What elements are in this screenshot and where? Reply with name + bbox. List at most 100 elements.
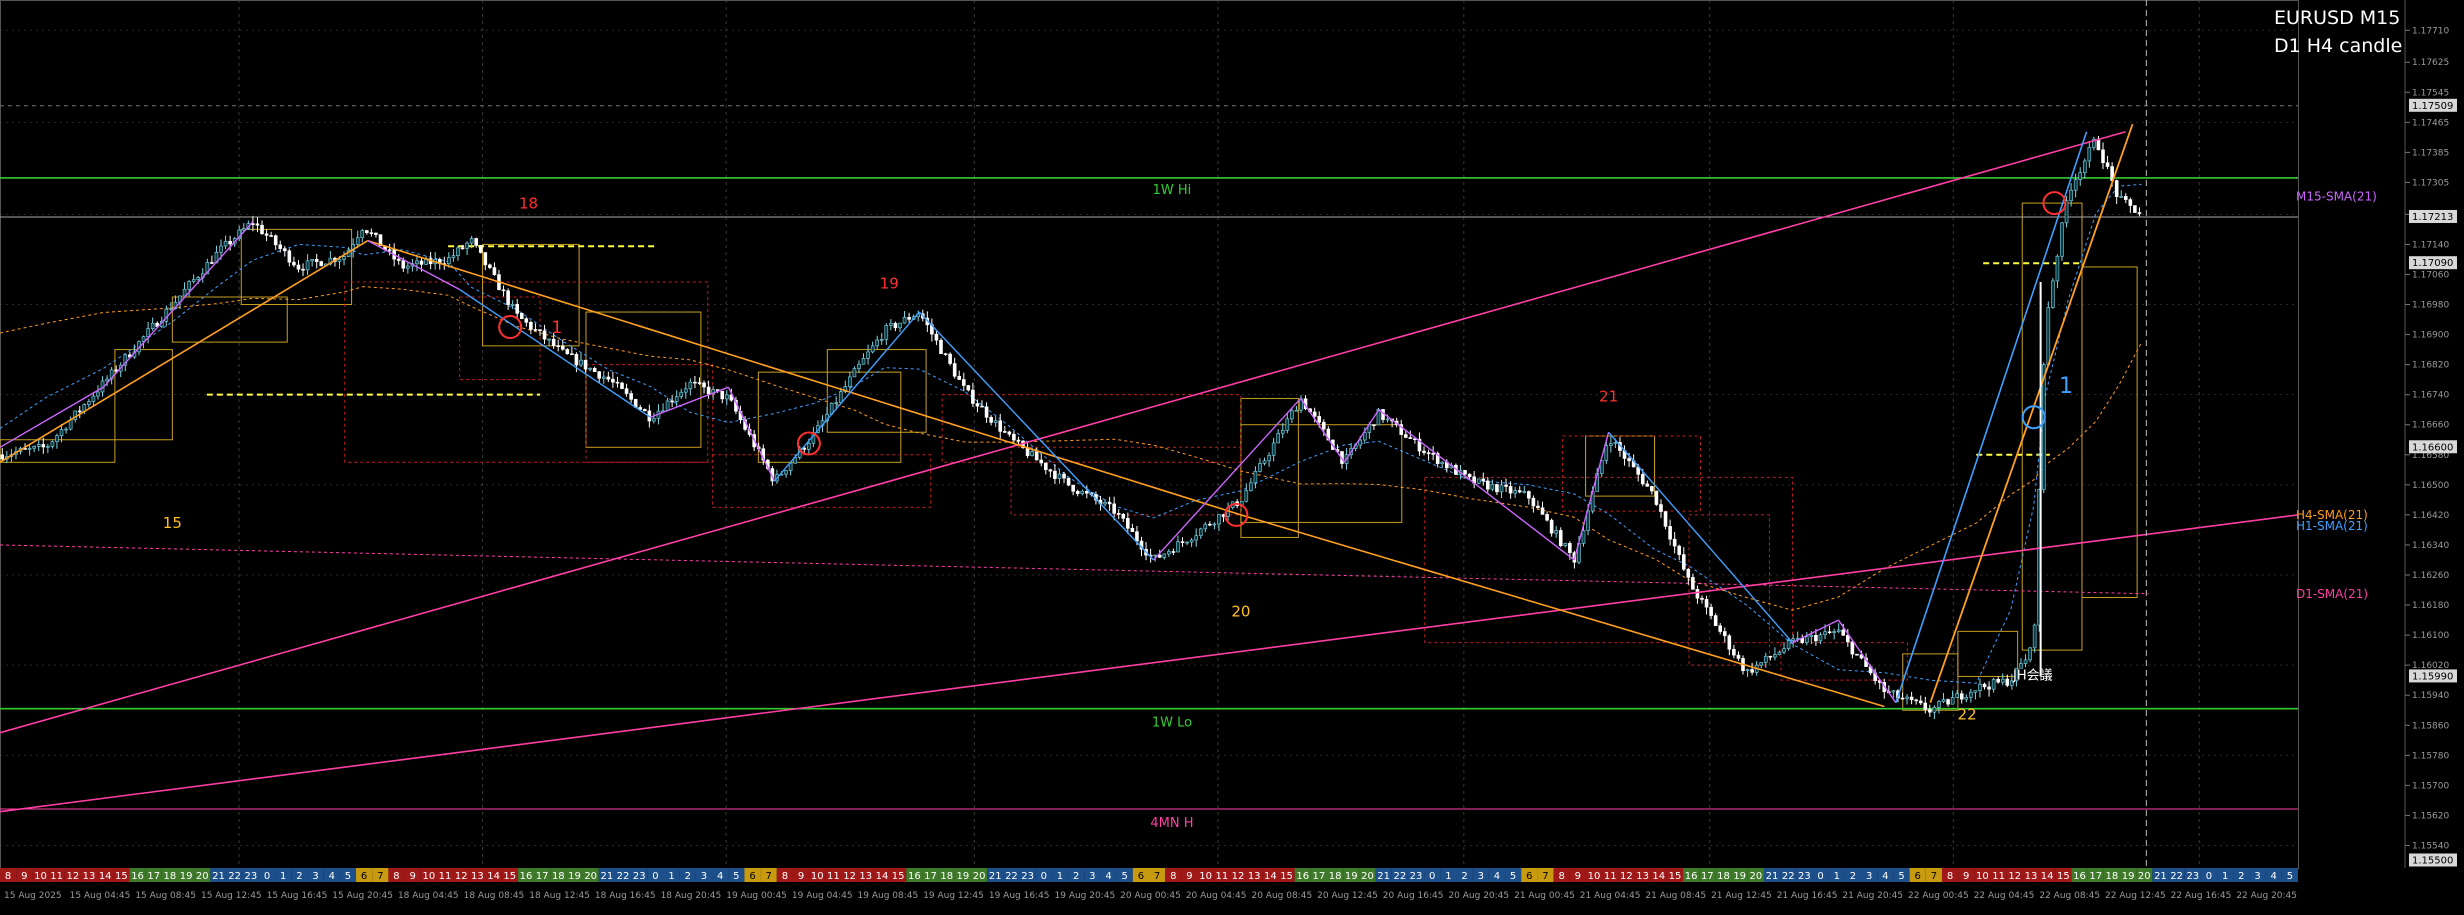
- time-label: 15 Aug 04:45: [70, 891, 131, 901]
- candle-body: [2078, 172, 2083, 180]
- price-tag-label: 1.16600: [2412, 442, 2453, 453]
- candle-body: [319, 261, 324, 267]
- candle-body: [588, 368, 592, 370]
- candle-body: [1955, 693, 1959, 698]
- hour-cell-label: 17: [1313, 871, 1326, 882]
- candle-body: [1540, 507, 1545, 515]
- candle-body: [1686, 568, 1691, 578]
- hour-cell-label: 5: [1898, 871, 1904, 882]
- candle-body: [1536, 505, 1540, 509]
- candle-body: [1640, 474, 1645, 485]
- candle-body: [419, 260, 424, 265]
- candle-body: [1850, 641, 1855, 655]
- candle-body: [1950, 697, 1955, 705]
- candle-body: [1080, 490, 1085, 494]
- hour-cell-label: 19: [1345, 871, 1358, 882]
- hour-cell-label: 19: [568, 871, 581, 882]
- price-tick-label: 1.16420: [2412, 511, 2449, 521]
- candle-body: [1285, 418, 1290, 431]
- candle-body: [1517, 490, 1522, 493]
- candle-body: [597, 371, 602, 379]
- hour-cell-label: 2: [296, 871, 302, 882]
- candle-body: [337, 259, 342, 262]
- candle-body: [725, 394, 729, 400]
- level-label: 1W Hi: [1153, 183, 1192, 198]
- candle-body: [1718, 625, 1723, 632]
- candle-body: [415, 260, 419, 265]
- hour-cell-label: 19: [2122, 871, 2135, 882]
- candle-body: [879, 339, 884, 341]
- candle-body: [1048, 469, 1053, 472]
- time-label: 18 Aug 20:45: [661, 891, 722, 901]
- price-tick-label: 1.17385: [2412, 148, 2449, 158]
- hour-cell-label: 9: [1575, 871, 1581, 882]
- day-label: 18: [519, 195, 538, 213]
- candle-body: [478, 245, 483, 253]
- hour-cell-label: 10: [811, 871, 824, 882]
- candle-body: [1964, 696, 1969, 700]
- candle-body: [1057, 473, 1062, 479]
- price-tag-label: 1.15990: [2412, 671, 2453, 682]
- candle-body: [1107, 502, 1112, 505]
- price-tick-label: 1.16900: [2412, 331, 2449, 341]
- hour-cell-label: 1: [280, 871, 286, 882]
- candle-body: [1973, 690, 1978, 693]
- hour-cell-label: 8: [1170, 871, 1176, 882]
- hour-cell-label: 12: [1620, 871, 1633, 882]
- hour-cell-label: 4: [2271, 871, 2277, 882]
- candle-body: [105, 378, 109, 382]
- candle-body: [91, 395, 96, 402]
- candle-body: [1991, 678, 1996, 690]
- candle-body: [943, 353, 948, 355]
- candle-body: [697, 382, 702, 384]
- hour-cell-label: 3: [1478, 871, 1484, 882]
- time-label: 22 Aug 20:45: [2236, 891, 2297, 901]
- hour-cell-label: 8: [1947, 871, 1953, 882]
- candle-body: [1135, 531, 1139, 542]
- candle-body: [2069, 189, 2073, 202]
- candle-body: [255, 223, 260, 226]
- candle-body: [907, 317, 911, 320]
- candle-body: [998, 420, 1003, 432]
- hour-cell-label: 4: [1882, 871, 1888, 882]
- time-label: 21 Aug 16:45: [1777, 891, 1838, 901]
- hour-cell-label: 11: [50, 871, 63, 882]
- candle-body: [1814, 634, 1818, 642]
- hour-cell-label: 13: [2025, 871, 2038, 882]
- hour-cell-label: 6: [361, 871, 367, 882]
- candle-body: [2055, 255, 2060, 282]
- price-tick-label: 1.16500: [2412, 481, 2449, 491]
- hour-cell-label: 22: [617, 871, 630, 882]
- hour-cell-label: 7: [1542, 871, 1548, 882]
- candle-body: [1426, 452, 1431, 455]
- time-label: 19 Aug 12:45: [923, 891, 984, 901]
- candle-body: [292, 261, 296, 266]
- candle-body: [1499, 484, 1504, 493]
- hour-cell-label: 0: [652, 871, 658, 882]
- hour-cell-label: 1: [2222, 871, 2228, 882]
- time-label: 21 Aug 20:45: [1842, 891, 1903, 901]
- candle-body: [32, 446, 36, 449]
- hour-cell-label: 7: [766, 871, 772, 882]
- candle-body: [957, 375, 962, 380]
- candle-body: [1271, 442, 1276, 456]
- candle-body: [898, 322, 902, 329]
- hour-cell-label: 2: [1850, 871, 1856, 882]
- candle-body: [483, 252, 488, 266]
- candle-body: [524, 318, 529, 323]
- candle-body: [934, 333, 939, 341]
- hour-cell-label: 16: [1685, 871, 1698, 882]
- candle-body: [875, 339, 880, 347]
- level-label: 4MN H: [1150, 816, 1193, 831]
- candle-body: [187, 281, 191, 290]
- price-tag-label: 1.17090: [2412, 258, 2453, 269]
- candle-body: [374, 232, 378, 235]
- candle-body: [2114, 180, 2119, 197]
- candle-body: [1759, 662, 1764, 666]
- price-chart[interactable]: 1W Hi1W Lo4MN H 15181920212211JH会議M15-SM…: [0, 0, 2464, 911]
- candle-body: [1262, 460, 1267, 464]
- candle-body: [1431, 453, 1435, 455]
- candle-body: [269, 235, 273, 237]
- candle-body: [1044, 462, 1048, 470]
- hour-cell-label: 0: [2206, 871, 2212, 882]
